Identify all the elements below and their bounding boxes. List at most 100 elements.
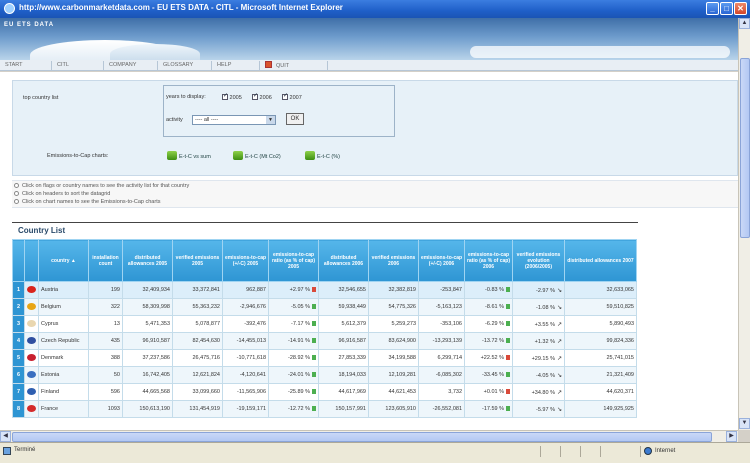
allowances-2005: 37,237,586	[122, 349, 173, 367]
country-flag-icon[interactable]	[27, 285, 36, 293]
menu-start[interactable]: START	[0, 61, 52, 70]
column-header[interactable]	[24, 239, 39, 282]
chart-link-etc-vs-sum[interactable]: E-t-C vs sum	[167, 151, 211, 160]
row-number: 3	[12, 315, 25, 333]
chart-link-etc-pct[interactable]: E-t-C (%)	[305, 151, 340, 160]
column-header[interactable]: country ▲	[38, 239, 89, 282]
country-flag-icon[interactable]	[27, 353, 36, 361]
site-logo[interactable]: EU ETS DATA	[4, 22, 54, 28]
flag-cell[interactable]	[24, 298, 39, 316]
horizontal-scrollbar[interactable]: ◀ ▶	[0, 430, 738, 442]
allowances-2007: 21,321,409	[564, 366, 637, 384]
status-square-icon	[312, 304, 316, 309]
scroll-down-icon[interactable]: ▼	[739, 418, 750, 429]
ok-button[interactable]: OK	[286, 113, 304, 125]
minimize-button[interactable]: _	[706, 2, 719, 15]
country-flag-icon[interactable]	[27, 370, 36, 378]
status-square-icon	[506, 389, 510, 394]
status-square-icon	[312, 338, 316, 343]
country-name[interactable]: France	[38, 400, 89, 418]
ratio-2005: -14.91 %	[268, 332, 319, 350]
country-name[interactable]: Czech Republic	[38, 332, 89, 350]
column-header[interactable]: emissions-to-cap ratio (as % of cap) 200…	[268, 239, 319, 282]
menu-glossary[interactable]: GLOSSARY	[158, 61, 212, 70]
year-2007-checkbox[interactable]: 2007	[282, 92, 302, 101]
etc-2005: -4,120,641	[222, 366, 269, 384]
close-button[interactable]: ✕	[734, 2, 747, 15]
menu-help[interactable]: HELP	[212, 61, 260, 70]
flag-cell[interactable]	[24, 366, 39, 384]
column-header[interactable]: emissions-to-cap (+/-C) 2006	[418, 239, 465, 282]
column-header[interactable]: emissions-to-cap ratio (as % of cap) 200…	[464, 239, 513, 282]
column-header[interactable]: installation count	[88, 239, 123, 282]
column-header[interactable]	[12, 239, 25, 282]
country-flag-icon[interactable]	[27, 319, 36, 327]
hints-panel: Click on flags or country names to see t…	[12, 180, 738, 208]
emissions-2005: 26,475,716	[172, 349, 223, 367]
country-name[interactable]: Estonia	[38, 366, 89, 384]
etc-2005: -14,455,013	[222, 332, 269, 350]
column-header[interactable]: distributed allowances 2005	[122, 239, 173, 282]
column-header[interactable]: verified emissions evolution (2006/2005)	[512, 239, 565, 282]
table-row[interactable]: 8 France 1093 150,613,190 131,454,919 -19,159…	[12, 400, 637, 418]
column-header[interactable]: distributed allowances 2006	[318, 239, 369, 282]
scroll-right-icon[interactable]: ▶	[726, 431, 737, 442]
scroll-left-icon[interactable]: ◀	[0, 431, 11, 442]
menu-company[interactable]: COMPANY	[104, 61, 158, 70]
year-2006-checkbox[interactable]: 2006	[252, 92, 272, 101]
filter-title: top country list	[23, 95, 59, 101]
flag-cell[interactable]	[24, 400, 39, 418]
emissions-2005: 131,454,919	[172, 400, 223, 418]
emissions-2005: 33,372,841	[172, 281, 223, 299]
vertical-scrollbar[interactable]: ▲ ▼	[738, 18, 750, 430]
column-header[interactable]: distributed allowances 2007	[564, 239, 637, 282]
column-header[interactable]: verified emissions 2005	[172, 239, 223, 282]
emissions-evolution: -4.05 % ↘	[512, 366, 565, 384]
menu-citl[interactable]: CITL	[52, 61, 104, 70]
country-name[interactable]: Austria	[38, 281, 89, 299]
emissions-evolution: +34.80 % ↗	[512, 383, 565, 401]
country-flag-icon[interactable]	[27, 404, 36, 412]
column-header[interactable]: emissions-to-cap (+/-C) 2005	[222, 239, 269, 282]
scroll-thumb[interactable]	[740, 58, 750, 238]
table-row[interactable]: 6 Estonia 50 16,742,405 12,621,824 -4,120,641…	[12, 366, 637, 384]
flag-cell[interactable]	[24, 383, 39, 401]
scroll-up-icon[interactable]: ▲	[739, 18, 750, 29]
country-name[interactable]: Cyprus	[38, 315, 89, 333]
ratio-2006: -6.29 %	[464, 315, 513, 333]
chart-link-etc-mt[interactable]: E-t-C (Mt Co2)	[233, 151, 281, 160]
years-label: years to display:	[166, 94, 206, 100]
country-flag-icon[interactable]	[27, 387, 36, 395]
emissions-evolution: -2.97 % ↘	[512, 281, 565, 299]
ratio-2005: -7.17 %	[268, 315, 319, 333]
country-flag-icon[interactable]	[27, 302, 36, 310]
country-name[interactable]: Belgium	[38, 298, 89, 316]
maximize-button[interactable]: □	[720, 2, 733, 15]
country-name[interactable]: Denmark	[38, 349, 89, 367]
table-row[interactable]: 4 Czech Republic 435 96,910,587 82,454,630 -1…	[12, 332, 637, 350]
ratio-2006: +22.52 %	[464, 349, 513, 367]
year-2005-checkbox[interactable]: 2005	[222, 92, 242, 101]
chevron-down-icon[interactable]: ▼	[266, 116, 275, 124]
table-row[interactable]: 2 Belgium 322 58,309,998 55,363,232 -2,946,67…	[12, 298, 637, 316]
scroll-thumb[interactable]	[12, 432, 712, 442]
globe-icon	[644, 447, 652, 455]
allowances-2007: 25,741,015	[564, 349, 637, 367]
menu-quit[interactable]: QUIT	[260, 61, 328, 70]
flag-cell[interactable]	[24, 281, 39, 299]
table-row[interactable]: 7 Finland 596 44,665,568 33,099,660 -11,565,9…	[12, 383, 637, 401]
table-row[interactable]: 3 Cyprus 13 5,471,353 5,078,877 -392,476 -7.17…	[12, 315, 637, 333]
flag-cell[interactable]	[24, 349, 39, 367]
country-flag-icon[interactable]	[27, 336, 36, 344]
ratio-2005: -28.92 %	[268, 349, 319, 367]
country-name[interactable]: Finland	[38, 383, 89, 401]
flag-cell[interactable]	[24, 315, 39, 333]
activity-select[interactable]: ---- all ---- ▼	[192, 115, 276, 125]
table-row[interactable]: 1 Austria 199 32,409,934 33,372,841 962,887 +2…	[12, 281, 637, 299]
table-row[interactable]: 5 Denmark 388 37,237,586 26,475,716 -10,771,6…	[12, 349, 637, 367]
flag-cell[interactable]	[24, 332, 39, 350]
etc-2006: -353,106	[418, 315, 465, 333]
column-header[interactable]: verified emissions 2006	[368, 239, 419, 282]
security-zone: Internet	[640, 446, 744, 457]
row-number: 8	[12, 400, 25, 418]
